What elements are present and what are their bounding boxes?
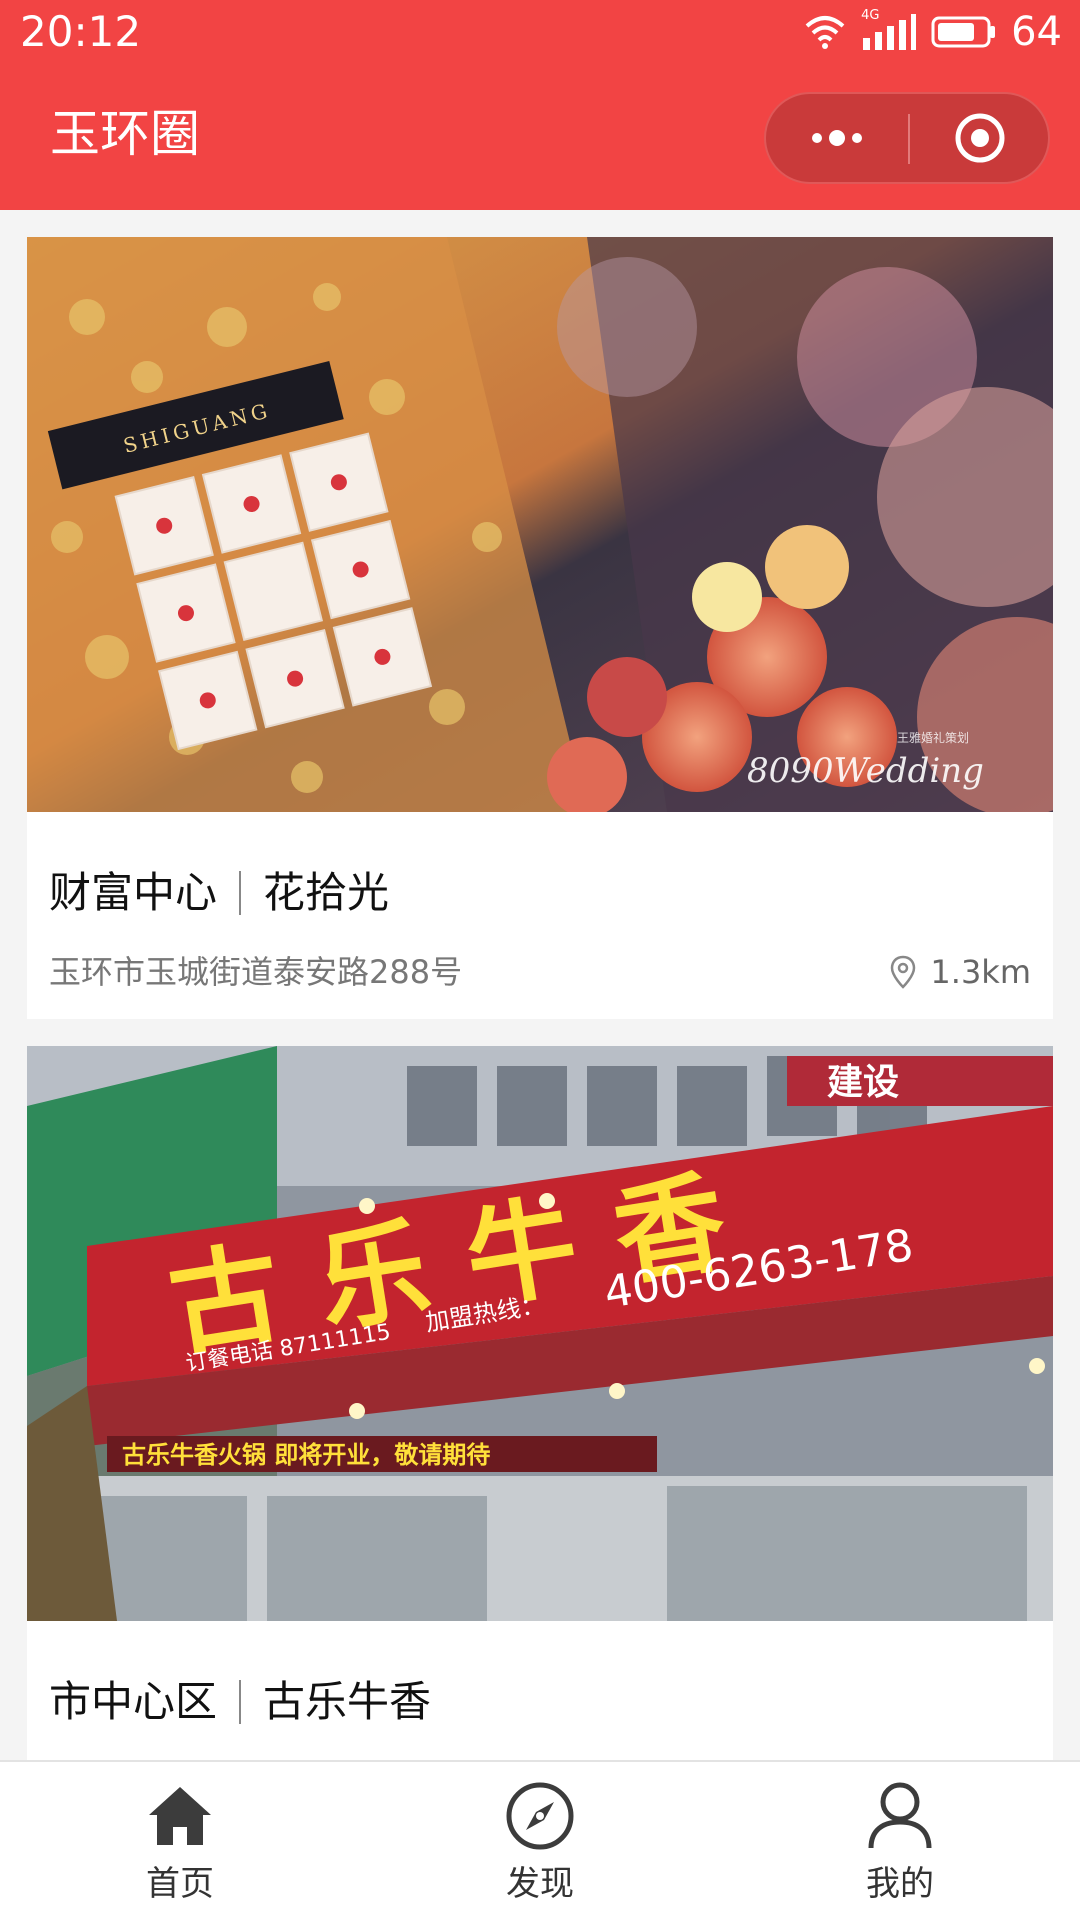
shop-photo[interactable]: SHIGUANG 8090Wedding 王雅婚礼策划: [27, 237, 1053, 812]
battery-level: 64: [1011, 9, 1062, 55]
tab-home[interactable]: 首页: [0, 1762, 360, 1920]
shop-name: 花拾光: [263, 868, 390, 917]
bottom-tab-bar: 首页 发现 我的: [0, 1760, 1080, 1920]
cell-signal-icon: 4G: [861, 8, 917, 52]
tab-home-label: 首页: [146, 1864, 214, 1904]
tab-mine-label: 我的: [866, 1864, 934, 1904]
shop-card[interactable]: SHIGUANG 8090Wedding 王雅婚礼策划 财富中心 花拾光 玉环市…: [27, 237, 1053, 1019]
distance-value: 1.3km: [930, 953, 1031, 991]
opening-banner: 古乐牛香火锅 即将开业，敬请期待: [122, 1441, 490, 1469]
shop-title: 市中心区 古乐牛香: [49, 1676, 431, 1728]
wifi-icon: [805, 16, 845, 49]
shop-district: 财富中心: [49, 868, 218, 917]
user-icon: [862, 1778, 938, 1854]
shop-photo[interactable]: 建设 古乐牛香 加盟热线： 400-6263-178 订餐电话 87111115…: [27, 1046, 1053, 1621]
mini-program-capsule: [764, 92, 1050, 184]
close-target-icon: [955, 113, 1005, 163]
home-icon: [142, 1778, 218, 1854]
more-dots-icon: [812, 130, 862, 146]
shop-feed: SHIGUANG 8090Wedding 王雅婚礼策划 财富中心 花拾光 玉环市…: [0, 210, 1080, 1760]
shop-name: 古乐牛香: [263, 1677, 432, 1726]
app-header: 玉环圈: [0, 64, 1080, 210]
title-separator: [239, 1680, 242, 1724]
page-title: 玉环圈: [50, 105, 200, 163]
watermark-subtext: 王雅婚礼策划: [897, 730, 969, 745]
shop-card[interactable]: 建设 古乐牛香 加盟热线： 400-6263-178 订餐电话 87111115…: [27, 1046, 1053, 1760]
tab-discover[interactable]: 发现: [360, 1762, 720, 1920]
shop-distance: 1.3km: [890, 952, 1031, 992]
battery-icon: [931, 16, 996, 48]
tab-discover-label: 发现: [506, 1864, 574, 1904]
status-time: 20:12: [20, 7, 142, 56]
shop-district: 市中心区: [49, 1677, 218, 1726]
watermark-text: 8090Wedding: [747, 751, 984, 791]
location-pin-icon: [891, 955, 916, 989]
status-bar: 20:12 4G 64: [0, 0, 1080, 64]
close-button[interactable]: [910, 94, 1050, 182]
tab-mine[interactable]: 我的: [720, 1762, 1080, 1920]
compass-icon: [502, 1778, 578, 1854]
more-button[interactable]: [766, 94, 908, 182]
sign-top-text: 建设: [827, 1062, 899, 1103]
shop-address: 玉环市玉城街道泰安路288号: [49, 953, 463, 991]
status-icons: 4G 64: [803, 8, 1062, 56]
shop-title: 财富中心 花拾光: [49, 867, 389, 919]
title-separator: [239, 871, 242, 915]
